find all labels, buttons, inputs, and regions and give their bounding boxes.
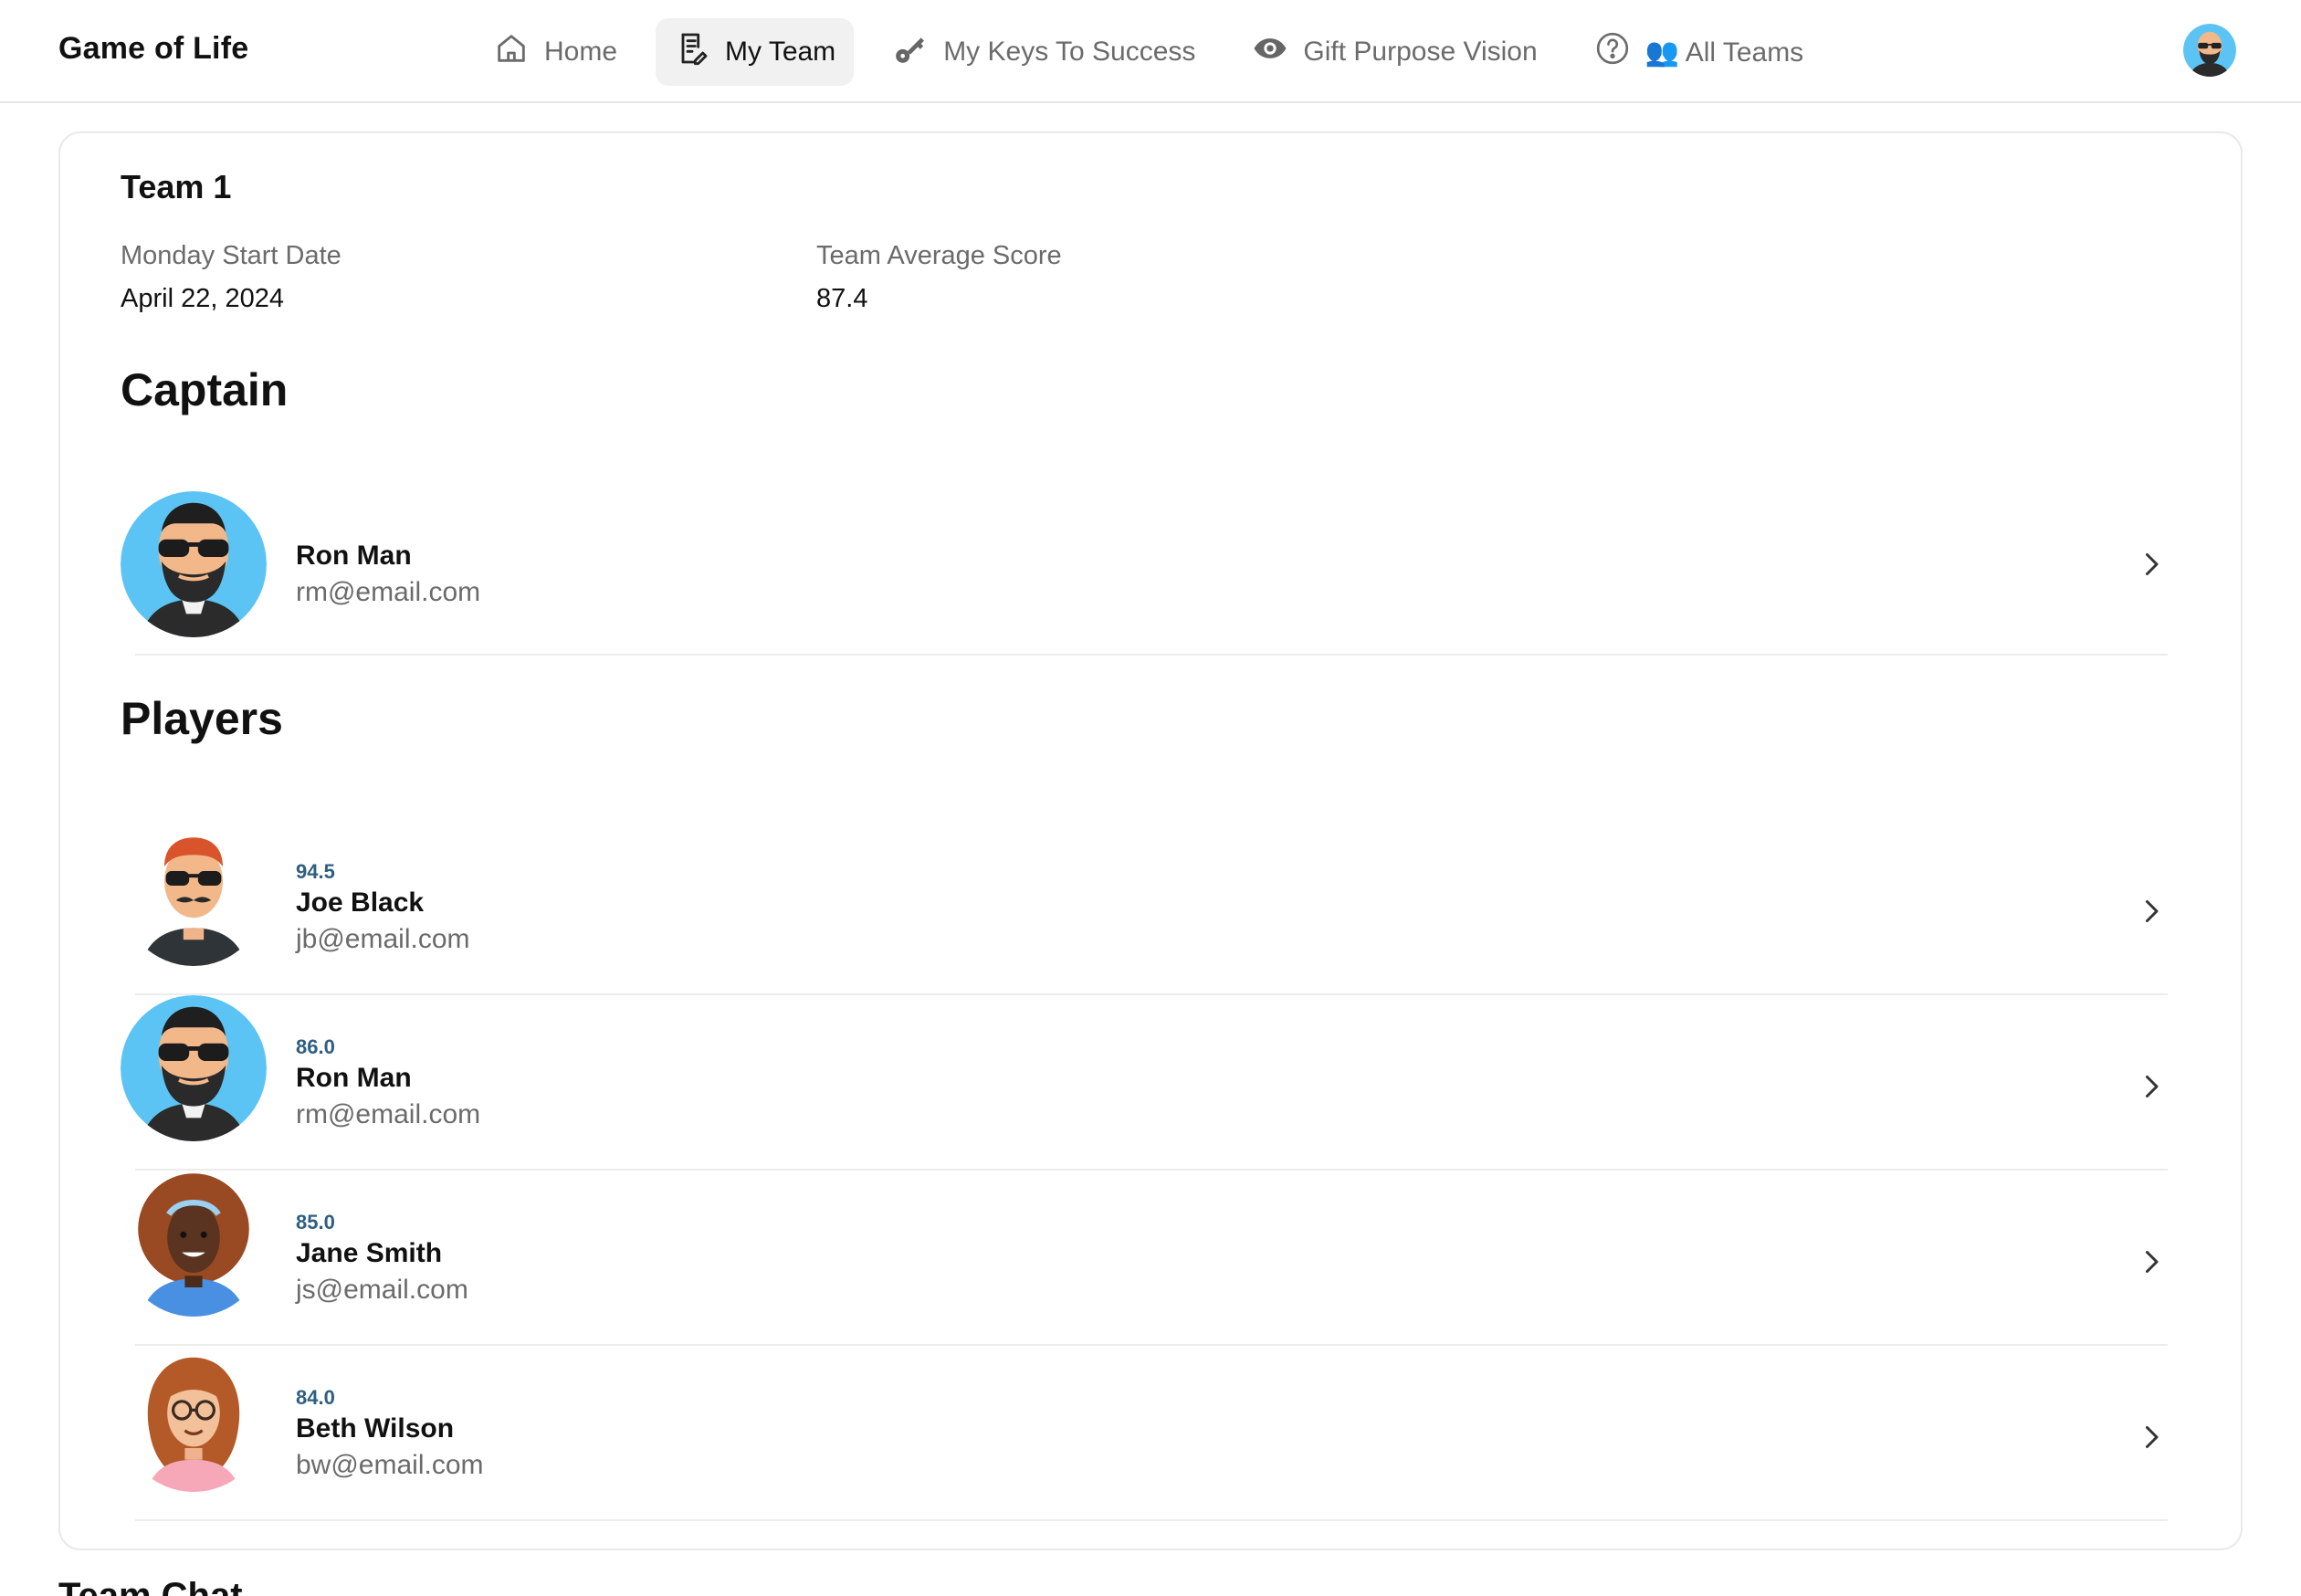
player-name: Ron Man (296, 1063, 412, 1093)
nav-label: My Keys To Success (943, 37, 1196, 67)
chevron-right-icon (2146, 1076, 2159, 1097)
nav-label: Home (544, 37, 618, 67)
average-score-label: Team Average Score (816, 241, 1062, 270)
team-name: Team 1 (121, 168, 232, 205)
captain-row[interactable]: Ron Man rm@email.com (121, 491, 2168, 656)
nav-item-all-teams[interactable]: 👥 All Teams (1576, 18, 1823, 86)
nav-label: Gift Purpose Vision (1303, 37, 1538, 67)
player-row[interactable]: 86.0 Ron Man rm@email.com (121, 995, 2168, 1171)
player-name: Beth Wilson (296, 1413, 455, 1444)
player-score: 85.0 (296, 1211, 335, 1234)
player-row[interactable]: 84.0 Beth Wilson bw@email.com (121, 1346, 2168, 1521)
nav-item-my-team[interactable]: My Team (656, 18, 855, 86)
avatar (121, 995, 267, 1141)
row-divider (135, 1519, 2168, 1521)
avatar (121, 491, 267, 637)
average-score-stat: Team Average Score 87.4 (816, 241, 1062, 314)
average-score-value: 87.4 (816, 284, 868, 313)
row-divider (135, 654, 2168, 656)
chevron-right-icon (2146, 1251, 2159, 1273)
main-nav: Home My Team My Keys To Success Gift Pur… (475, 18, 1822, 86)
question-circle-icon (1594, 30, 1631, 74)
avatar (121, 1346, 267, 1492)
player-score: 94.5 (296, 860, 335, 883)
captain-heading: Captain (121, 364, 289, 415)
player-name: Jane Smith (296, 1238, 443, 1268)
player-email: js@email.com (296, 1275, 468, 1305)
chevron-right-icon (2146, 900, 2159, 922)
start-date-value: April 22, 2024 (121, 284, 284, 313)
player-name: Ron Man (296, 541, 412, 571)
chevron-right-icon (2146, 553, 2159, 575)
document-edit-icon (674, 30, 710, 74)
players-heading: Players (121, 693, 283, 744)
start-date-label: Monday Start Date (121, 241, 341, 270)
player-row[interactable]: 94.5 Joe Black jb@email.com (121, 820, 2168, 995)
nav-item-gift-purpose-vision[interactable]: Gift Purpose Vision (1234, 18, 1555, 86)
player-name: Joe Black (296, 887, 425, 918)
player-email: rm@email.com (296, 577, 481, 607)
top-navigation-bar: Game of Life Home My Team My Keys To Suc… (0, 0, 2301, 103)
team-card: Team 1 Monday Start Date April 22, 2024 … (58, 131, 2243, 1550)
eye-icon (1252, 30, 1288, 74)
key-icon (892, 30, 929, 74)
team-chat-heading: Team Chat (58, 1576, 243, 1596)
avatar (121, 1171, 267, 1317)
player-score: 86.0 (296, 1035, 335, 1058)
nav-label: My Team (725, 37, 836, 67)
nav-label: 👥 All Teams (1644, 37, 1804, 68)
player-email: rm@email.com (296, 1099, 481, 1129)
avatar (121, 820, 267, 966)
player-score: 84.0 (296, 1386, 335, 1409)
player-row[interactable]: 85.0 Jane Smith js@email.com (121, 1171, 2168, 1346)
user-avatar[interactable] (2183, 24, 2236, 77)
start-date-stat: Monday Start Date April 22, 2024 (121, 241, 341, 314)
nav-item-home[interactable]: Home (475, 18, 636, 86)
app-title[interactable]: Game of Life (58, 31, 248, 67)
home-icon (493, 30, 530, 74)
player-email: bw@email.com (296, 1450, 484, 1480)
chevron-right-icon (2146, 1426, 2159, 1448)
player-email: jb@email.com (296, 924, 470, 954)
nav-item-keys-to-success[interactable]: My Keys To Success (874, 18, 1214, 86)
